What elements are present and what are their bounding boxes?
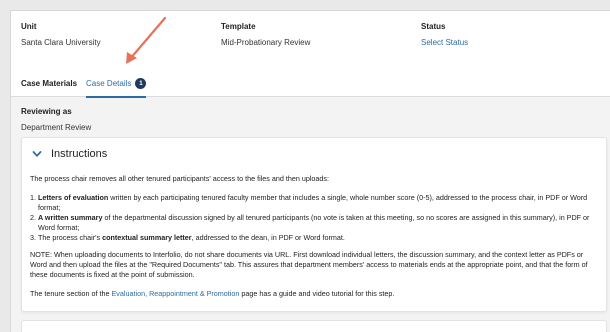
status-label: Status [421, 22, 446, 31]
instructions-toggle[interactable]: Instructions [32, 148, 107, 160]
chevron-down-icon [32, 151, 42, 157]
instructions-note: NOTE: When uploading documents to Interf… [30, 250, 588, 279]
instructions-list: 1. Letters of evaluation written by each … [30, 193, 596, 243]
tab-case-details[interactable]: Case Details 1 [86, 69, 147, 98]
instructions-footer: The tenure section of the Evaluation, Re… [30, 289, 395, 298]
annotation-arrow [126, 16, 167, 64]
list-item: 2. A written summary of the departmental … [30, 213, 590, 232]
reviewing-as-label: Reviewing as [21, 107, 72, 116]
tab-case-details-label: Case Details [86, 78, 132, 88]
tab-case-materials-label: Case Materials [21, 78, 78, 88]
unit-value: Santa Clara University [21, 38, 101, 47]
list-item: 3. The process chair's contextual summary… [30, 233, 345, 242]
select-status-link[interactable]: Select Status [421, 38, 468, 47]
evaluation-page-link[interactable]: Evaluation, Reappointment & Promotion [112, 289, 240, 298]
case-tabs: Case Materials Case Details 1 [21, 69, 155, 98]
reviewing-as: Reviewing as Department Review [21, 107, 91, 132]
instructions-panel: Instructions The process chair removes a… [21, 137, 607, 312]
unit-label: Unit [21, 22, 37, 31]
app-frame: Unit Santa Clara University Template Mid… [10, 10, 610, 332]
unit-field: Unit Santa Clara University [21, 22, 101, 47]
tab-case-materials[interactable]: Case Materials [21, 69, 77, 97]
template-value: Mid-Probationary Review [221, 38, 311, 47]
instructions-title: Instructions [51, 148, 108, 160]
instructions-intro: The process chair removes all other tenu… [30, 174, 330, 183]
instructions-body: The process chair removes all other tenu… [30, 174, 596, 308]
notification-badge: 1 [135, 77, 147, 89]
status-field: Status Select Status [421, 22, 468, 47]
next-panel [21, 320, 607, 332]
template-field: Template Mid-Probationary Review [221, 22, 310, 47]
template-label: Template [221, 22, 256, 31]
list-item: 1. Letters of evaluation written by each … [30, 193, 588, 212]
case-header: Unit Santa Clara University Template Mid… [11, 11, 610, 98]
reviewing-as-value: Department Review [21, 123, 92, 132]
